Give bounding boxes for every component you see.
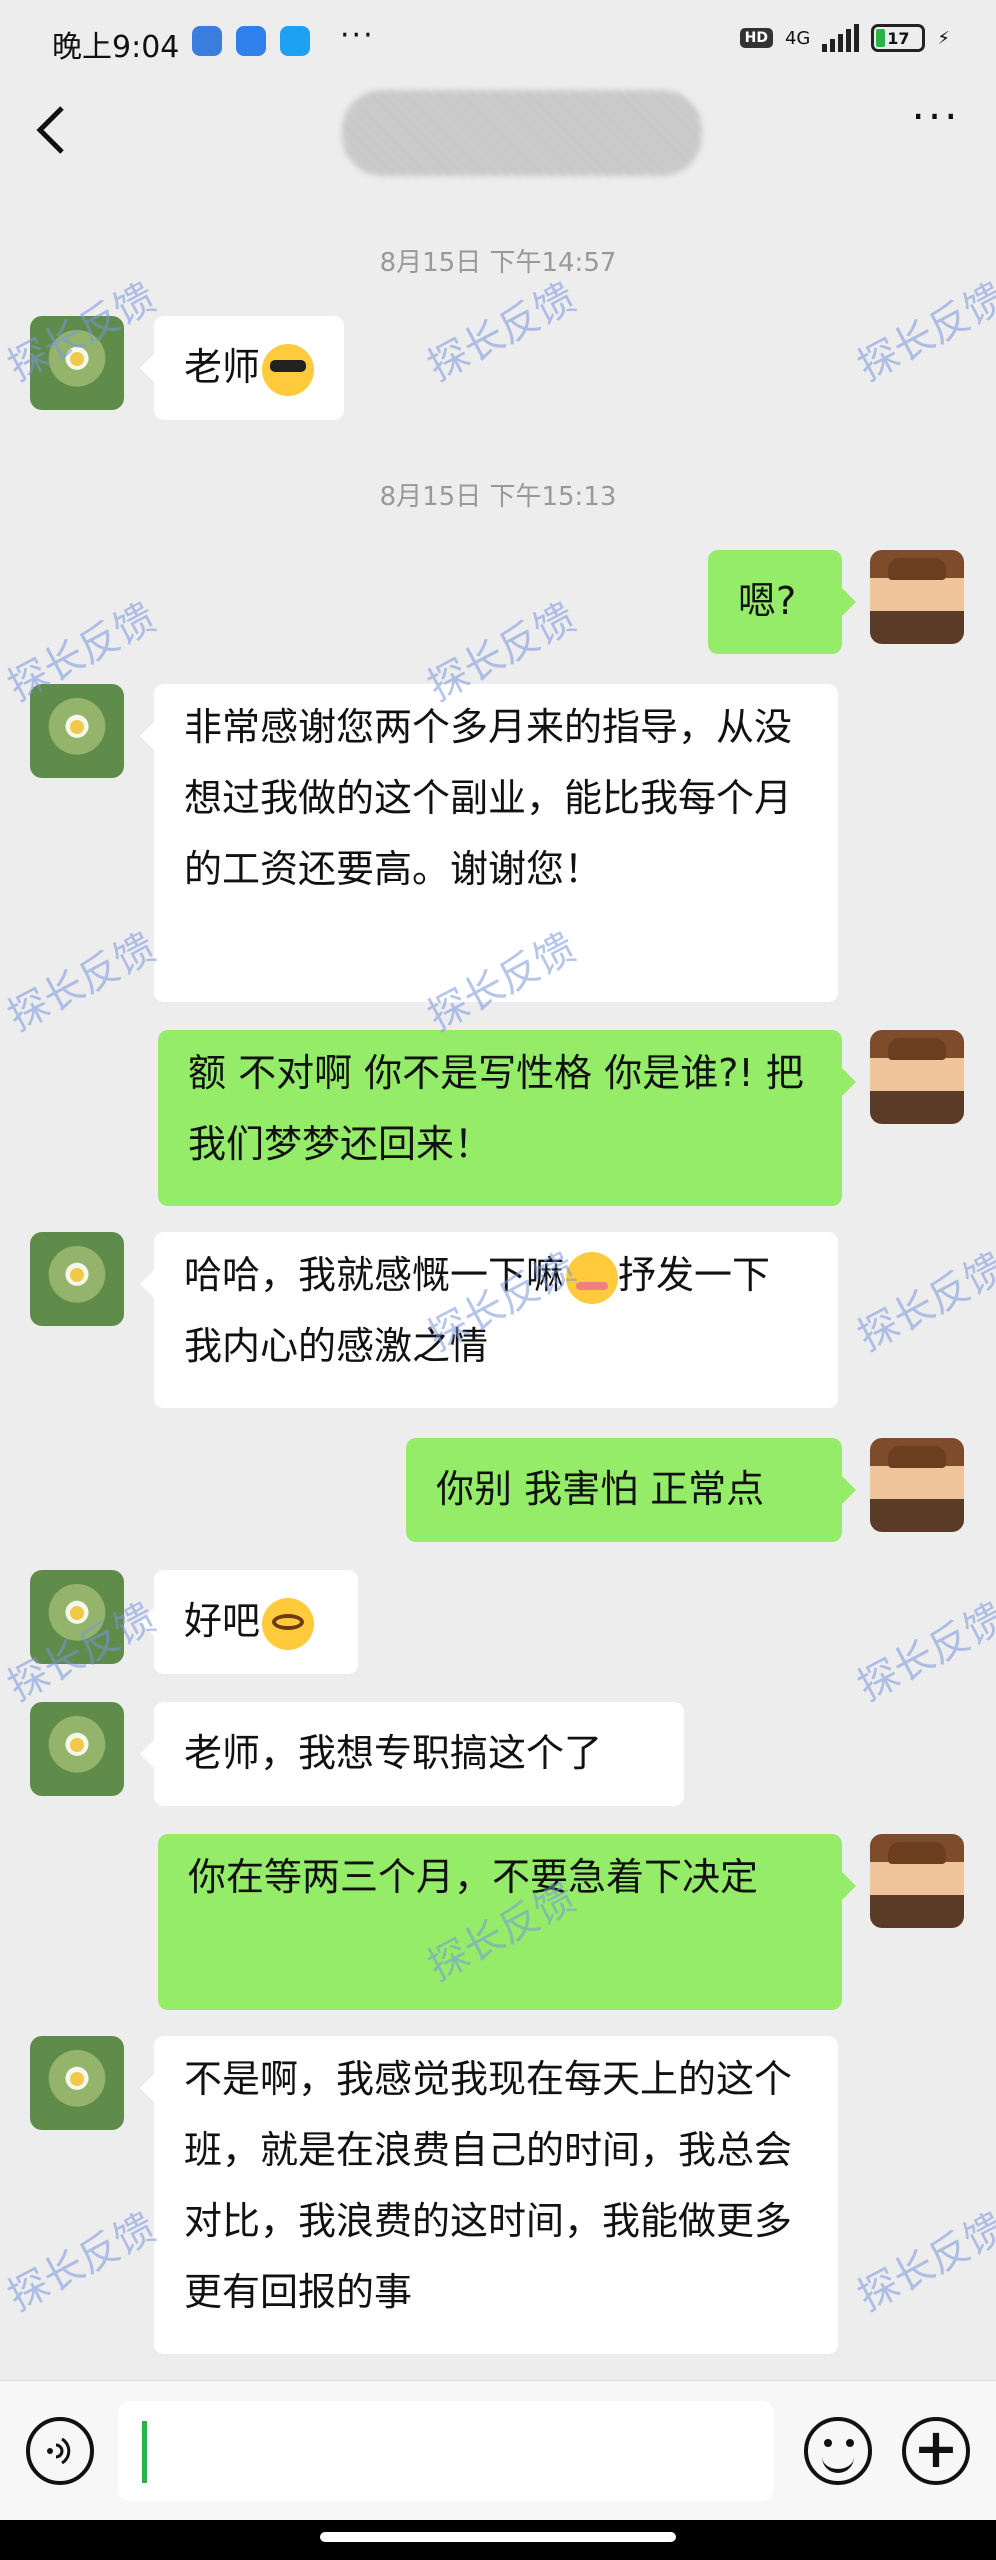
avatar-contact[interactable] xyxy=(30,316,124,410)
home-indicator[interactable] xyxy=(320,2532,676,2542)
avatar-contact[interactable] xyxy=(30,2036,124,2130)
app-notification-icon xyxy=(280,26,310,56)
chevron-left-icon xyxy=(36,106,64,154)
input-bar: + xyxy=(0,2380,996,2521)
message-text: 你在等两三个月，不要急着下决定 xyxy=(188,1855,759,1899)
battery-level: 17 xyxy=(887,28,910,48)
message-text: 非常感谢您两个多月来的指导，从没想过我做的这个副业，能比我每个月的工资还要高。谢… xyxy=(184,705,793,891)
message-bubble[interactable]: 嗯? xyxy=(708,550,856,654)
message-text: 不是啊，我感觉我现在每天上的这个班，就是在浪费自己的时间，我总会对比，我浪费的这… xyxy=(184,2057,793,2314)
status-more-icon: ··· xyxy=(340,18,375,53)
avatar-contact[interactable] xyxy=(30,684,124,778)
message-text: 老师，我想专职搞这个了 xyxy=(184,1731,603,1775)
more-button[interactable]: ··· xyxy=(906,96,966,152)
sunglasses-face-icon xyxy=(262,343,315,396)
timestamp: 8月15日 下午15:13 xyxy=(379,482,617,512)
plus-button[interactable]: + xyxy=(902,2417,970,2485)
contact-name-blurred xyxy=(342,90,702,176)
timestamp: 8月15日 下午14:57 xyxy=(379,248,617,278)
signal-icon xyxy=(822,24,860,52)
chat-header: ··· xyxy=(0,90,996,176)
emoji-button[interactable] xyxy=(804,2417,872,2485)
text-cursor xyxy=(142,2421,147,2483)
avatar-contact[interactable] xyxy=(30,1702,124,1796)
message-text: 额 不对啊 你不是写性格 你是谁?! 把我们梦梦还回来！ xyxy=(188,1051,804,1166)
avatar-self[interactable] xyxy=(870,1834,964,1928)
message-text: 老师 xyxy=(184,345,261,389)
app-notification-icon xyxy=(236,26,266,56)
avatar-self[interactable] xyxy=(870,1030,964,1124)
message-bubble[interactable]: 额 不对啊 你不是写性格 你是谁?! 把我们梦梦还回来！ xyxy=(158,1030,856,1206)
voice-button[interactable] xyxy=(26,2417,94,2485)
avatar-contact[interactable] xyxy=(30,1570,124,1664)
message-list[interactable]: 8月15日 下午14:57 老师 8月15日 下午15:13 嗯? 非常感谢您两… xyxy=(0,230,996,2380)
message-bubble[interactable]: 好吧 xyxy=(140,1570,358,1674)
status-indicators: HD 4G 17 ⚡ xyxy=(739,24,950,52)
blushing-face-icon xyxy=(566,1251,619,1304)
message-text: 哈哈，我就感慨一下嘛 xyxy=(184,1253,565,1297)
app-notification-icon xyxy=(192,26,222,56)
message-bubble[interactable]: 哈哈，我就感慨一下嘛 抒发一下我内心的感激之情 xyxy=(140,1232,838,1408)
message-bubble[interactable]: 你在等两三个月，不要急着下决定 xyxy=(158,1834,856,2010)
message-text: 嗯? xyxy=(738,579,797,623)
network-type: 4G xyxy=(784,27,811,49)
message-bubble[interactable]: 你别 我害怕 正常点 xyxy=(406,1438,856,1542)
message-text: 你别 我害怕 正常点 xyxy=(436,1467,765,1511)
pleading-face-icon xyxy=(262,1597,315,1650)
status-bar: 晚上9:04 ··· HD 4G 17 ⚡ xyxy=(0,0,996,90)
back-button[interactable] xyxy=(28,102,78,158)
charging-icon: ⚡ xyxy=(937,27,950,49)
message-text: 好吧 xyxy=(184,1599,261,1643)
message-bubble[interactable]: 不是啊，我感觉我现在每天上的这个班，就是在浪费自己的时间，我总会对比，我浪费的这… xyxy=(140,2036,838,2354)
avatar-self[interactable] xyxy=(870,550,964,644)
status-app-icons xyxy=(192,26,310,56)
avatar-self[interactable] xyxy=(870,1438,964,1532)
message-bubble[interactable]: 非常感谢您两个多月来的指导，从没想过我做的这个副业，能比我每个月的工资还要高。谢… xyxy=(140,684,838,1002)
message-input[interactable] xyxy=(118,2401,774,2501)
avatar-contact[interactable] xyxy=(30,1232,124,1326)
message-bubble[interactable]: 老师 xyxy=(139,316,345,420)
message-bubble[interactable]: 老师，我想专职搞这个了 xyxy=(140,1702,684,1806)
hd-icon: HD xyxy=(739,28,773,48)
battery-icon: 17 xyxy=(871,24,926,52)
voice-icon xyxy=(47,2437,71,2465)
status-time: 晚上9:04 xyxy=(52,30,180,65)
